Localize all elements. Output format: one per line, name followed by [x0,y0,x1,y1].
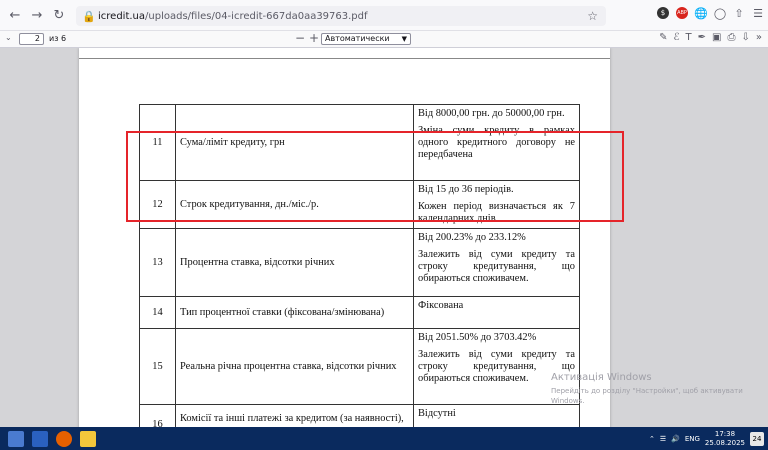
description-paragraph: Фіксована [418,300,464,311]
underline-icon[interactable]: ℰ [673,32,679,43]
save-icon[interactable]: ⇩ [741,32,749,43]
watermark-title: Активація Windows [551,372,652,383]
row-label: Процентна ставка, відсотки річних [175,228,414,297]
more-icon[interactable]: » [756,32,762,43]
description-paragraph: Залежить від суми кредиту та строку кред… [418,249,575,284]
zoom-out-button[interactable]: − [295,31,305,45]
description-paragraph: Від 15 до 36 періодів. [418,184,514,195]
credit-terms-table: 11 Сума/ліміт кредиту, грн Від 8000,00 грн… [139,104,580,427]
draw-icon[interactable]: ✒ [698,32,706,43]
url-domain: icredit.ua [98,10,146,22]
time: 17:38 [714,429,736,438]
chevron-down-icon: ▼ [401,35,407,43]
row-description: Від 200.23% до 233.12% Залежить від суми … [413,228,580,297]
row-number: 14 [139,296,176,329]
zoom-value: Автоматически [325,34,390,43]
row-number: 11 [139,104,176,181]
url-bar[interactable]: 🔒 icredit.ua/uploads/files/04-icredit-66… [76,6,606,26]
description-paragraph: Зміна суми кредиту в рамках одного креди… [418,125,575,160]
globe-icon[interactable]: 🌐 [694,7,708,20]
share-icon[interactable]: ⇧ [733,7,745,20]
notification-icon[interactable]: 24 [750,431,764,446]
page-count: из 6 [49,34,67,43]
zoom-select[interactable]: Автоматически ▼ [321,33,411,45]
speaker-icon[interactable]: 🔊 [671,435,680,443]
table-row: 13 Процентна ставка, відсотки річних Від 2… [139,228,580,297]
url-path: /uploads/files/04-icredit-667da0aa39763.… [145,10,368,22]
account-icon[interactable]: ◯ [714,7,726,20]
page-number-input[interactable]: 2 [19,33,44,45]
table-row: 16 Комісії та інші платежі за кредитом (з… [139,404,580,427]
table-row: 11 Сума/ліміт кредиту, грн Від 8000,00 грн… [139,104,580,181]
row-label: Комісії та інші платежі за кредитом (за … [175,404,414,427]
row-description: Від 8000,00 грн. до 50000,00 грн. Зміна с… [413,104,580,181]
page-divider [79,58,610,59]
browser-toolbar: ← → ↻ 🔒 icredit.ua/uploads/files/04-icre… [0,0,768,31]
search-icon[interactable] [8,430,24,447]
chevron-up-icon[interactable]: ⌃ [649,435,655,443]
language-indicator[interactable]: ENG [685,435,700,443]
row-description: Відсутні [413,404,580,427]
table-row: 14 Тип процентної ставки (фіксована/зміню… [139,296,580,329]
row-label: Строк кредитування, дн./міс./р. [175,180,414,229]
watermark-subtitle: Перейдіть до розділу "Настройки", щоб ак… [551,387,743,405]
pdf-toolbar: ⌄ 2 из 6 − + Автоматически ▼ ✎ ℰ T ✒ ▣ ⎙… [0,31,768,48]
row-number: 13 [139,228,176,297]
clock[interactable]: 17:38 25.08.2025 [705,430,745,448]
network-icon[interactable]: ☰ [660,435,666,443]
file-explorer-icon[interactable] [80,430,96,447]
menu-icon[interactable]: ☰ [752,7,764,20]
description-paragraph: Від 8000,00 грн. до 50000,00 грн. [418,108,565,119]
windows-activation-watermark: Активація Windows Перейдіть до розділу "… [551,372,768,406]
forward-icon[interactable]: → [26,4,48,26]
sidebar-toggle-icon[interactable]: ⌄ [5,33,12,42]
extension-dollar-icon[interactable]: $ [657,7,669,19]
adblock-icon[interactable]: ABP [676,7,688,19]
text-icon[interactable]: T [686,32,692,43]
row-number: 16 [139,404,176,427]
row-label: Реальна річна процентна ставка, відсотки… [175,328,414,405]
taskbar: ⌃ ☰ 🔊 ENG 17:38 25.08.2025 24 [0,427,768,450]
row-description: Від 15 до 36 періодів. Кожен період визна… [413,180,580,229]
print-icon[interactable]: ⎙ [727,32,735,43]
system-tray: ⌃ ☰ 🔊 ENG 17:38 25.08.2025 24 [649,427,764,450]
shield-lock-icon[interactable]: 🔒 [82,10,98,23]
pdf-page: 11 Сума/ліміт кредиту, грн Від 8000,00 грн… [79,48,610,427]
star-icon[interactable]: ☆ [587,9,598,23]
description-paragraph: Кожен період визначається як 7 календарн… [418,201,575,224]
description-paragraph: Відсутні [418,408,456,419]
date: 25.08.2025 [704,438,745,447]
back-icon[interactable]: ← [4,4,26,26]
annotation-tools: ✎ ℰ T ✒ ▣ ⎙ ⇩ » [659,32,762,43]
row-label: Сума/ліміт кредиту, грн [175,104,414,181]
description-paragraph: Від 200.23% до 233.12% [418,232,526,243]
zoom-in-button[interactable]: + [309,31,319,45]
highlight-icon[interactable]: ✎ [659,32,667,43]
image-icon[interactable]: ▣ [712,32,721,43]
extension-icons: $ ABP 🌐 ◯ ⇧ ☰ [657,7,764,20]
row-description: Фіксована [413,296,580,329]
table-row: 12 Строк кредитування, дн./міс./р. Від 15 … [139,180,580,229]
table-row: 15 Реальна річна процентна ставка, відсот… [139,328,580,405]
reload-icon[interactable]: ↻ [48,4,70,26]
description-paragraph: Від 2051.50% до 3703.42% [418,332,537,343]
row-number: 15 [139,328,176,405]
firefox-icon[interactable] [56,430,72,447]
row-label: Тип процентної ставки (фіксована/змінюва… [175,296,414,329]
pdf-viewer[interactable]: 11 Сума/ліміт кредиту, грн Від 8000,00 грн… [0,48,768,427]
teams-icon[interactable] [32,430,48,447]
row-number: 12 [139,180,176,229]
